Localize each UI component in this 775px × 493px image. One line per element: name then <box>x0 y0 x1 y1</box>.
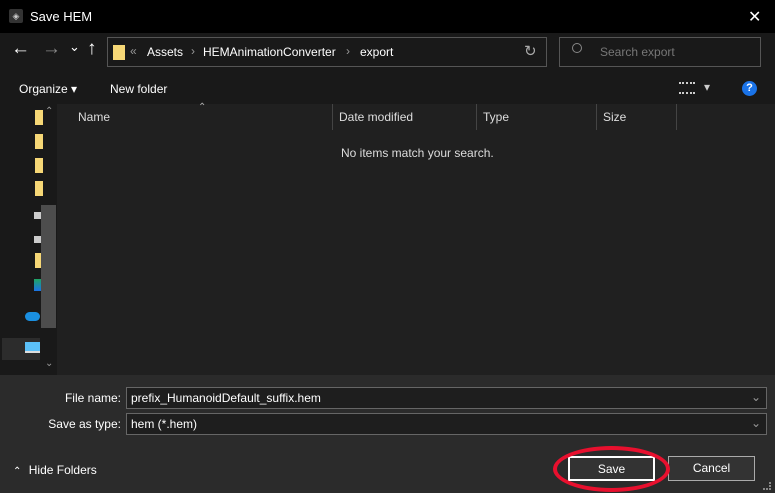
chevron-up-icon: ⌃ <box>13 466 22 477</box>
breadcrumb-assets[interactable]: Assets <box>147 45 183 59</box>
hide-folders-label: Hide Folders <box>28 463 97 477</box>
up-button[interactable]: ↑ <box>87 38 97 60</box>
file-name-label: File name: <box>64 391 121 405</box>
monitor-icon <box>25 342 40 353</box>
empty-message: No items match your search. <box>341 146 494 160</box>
column-divider[interactable] <box>676 104 677 130</box>
google-drive-icon[interactable] <box>34 279 41 291</box>
onedrive-icon[interactable] <box>25 312 40 321</box>
scroll-up-icon[interactable]: ⌃ <box>45 106 53 117</box>
search-icon <box>572 43 582 53</box>
column-divider[interactable] <box>476 104 477 130</box>
close-button[interactable]: ✕ <box>748 7 761 27</box>
scroll-down-icon[interactable]: ⌄ <box>45 358 53 369</box>
column-header-date-modified[interactable]: Date modified <box>339 110 413 124</box>
sort-indicator-icon: ⌃ <box>198 102 207 113</box>
column-header-size[interactable]: Size <box>603 110 626 124</box>
window-title: Save HEM <box>30 9 93 24</box>
save-as-type-select[interactable]: hem (*.hem) ⌄ <box>126 413 767 435</box>
unity-app-icon: ◈ <box>9 9 23 23</box>
file-name-input[interactable]: prefix_HumanoidDefault_suffix.hem ⌄ <box>126 387 767 409</box>
column-divider[interactable] <box>596 104 597 130</box>
hide-folders-button[interactable]: ⌃ Hide Folders <box>13 463 97 477</box>
cancel-button[interactable]: Cancel <box>668 456 755 481</box>
organize-menu[interactable]: Organize ▾ <box>19 82 77 96</box>
back-button[interactable]: ← <box>11 38 30 60</box>
address-bar[interactable]: « Assets › HEMAnimationConverter › expor… <box>107 37 547 67</box>
scrollbar-thumb[interactable] <box>41 205 56 328</box>
column-header-type[interactable]: Type <box>483 110 509 124</box>
title-bar: ◈ Save HEM ✕ <box>0 0 775 33</box>
search-input[interactable]: Search export <box>600 45 675 59</box>
content-area: ⌃ ⌄ ⌃ <box>0 102 775 376</box>
search-box[interactable]: Search export <box>559 37 761 67</box>
file-name-value[interactable]: prefix_HumanoidDefault_suffix.hem <box>131 391 321 405</box>
save-as-type-value[interactable]: hem (*.hem) <box>131 417 197 431</box>
drive-icon[interactable] <box>34 236 41 243</box>
help-button[interactable]: ? <box>742 81 757 96</box>
chevron-right-icon[interactable]: › <box>191 44 195 58</box>
breadcrumb-hemanimationconverter[interactable]: HEMAnimationConverter <box>203 45 336 59</box>
folder-icon <box>113 45 125 60</box>
highlight-ellipse <box>553 446 670 492</box>
navigation-pane: ⌃ ⌄ <box>0 104 57 376</box>
resize-grip-icon[interactable] <box>763 482 771 490</box>
breadcrumb-export[interactable]: export <box>360 45 393 59</box>
view-dropdown[interactable]: ▾ <box>704 80 710 94</box>
recent-locations-button[interactable]: ⌄ <box>69 39 80 55</box>
refresh-button[interactable]: ↻ <box>524 42 537 60</box>
scrollbar[interactable]: ⌃ ⌄ <box>41 104 57 376</box>
chevron-down-icon[interactable]: ⌄ <box>751 390 761 404</box>
drive-icon[interactable] <box>34 212 41 219</box>
save-as-type-label: Save as type: <box>48 417 121 431</box>
column-header-name[interactable]: Name <box>78 110 110 124</box>
view-options-icon[interactable] <box>679 82 695 94</box>
chevron-down-icon[interactable]: ⌄ <box>751 416 761 430</box>
column-divider[interactable] <box>332 104 333 130</box>
toolbar: Organize ▾ New folder ▾ ? <box>0 71 775 105</box>
chevron-right-icon[interactable]: › <box>346 44 350 58</box>
forward-button[interactable]: → <box>42 38 61 60</box>
breadcrumb-overflow[interactable]: « <box>130 44 137 58</box>
new-folder-button[interactable]: New folder <box>110 82 167 96</box>
